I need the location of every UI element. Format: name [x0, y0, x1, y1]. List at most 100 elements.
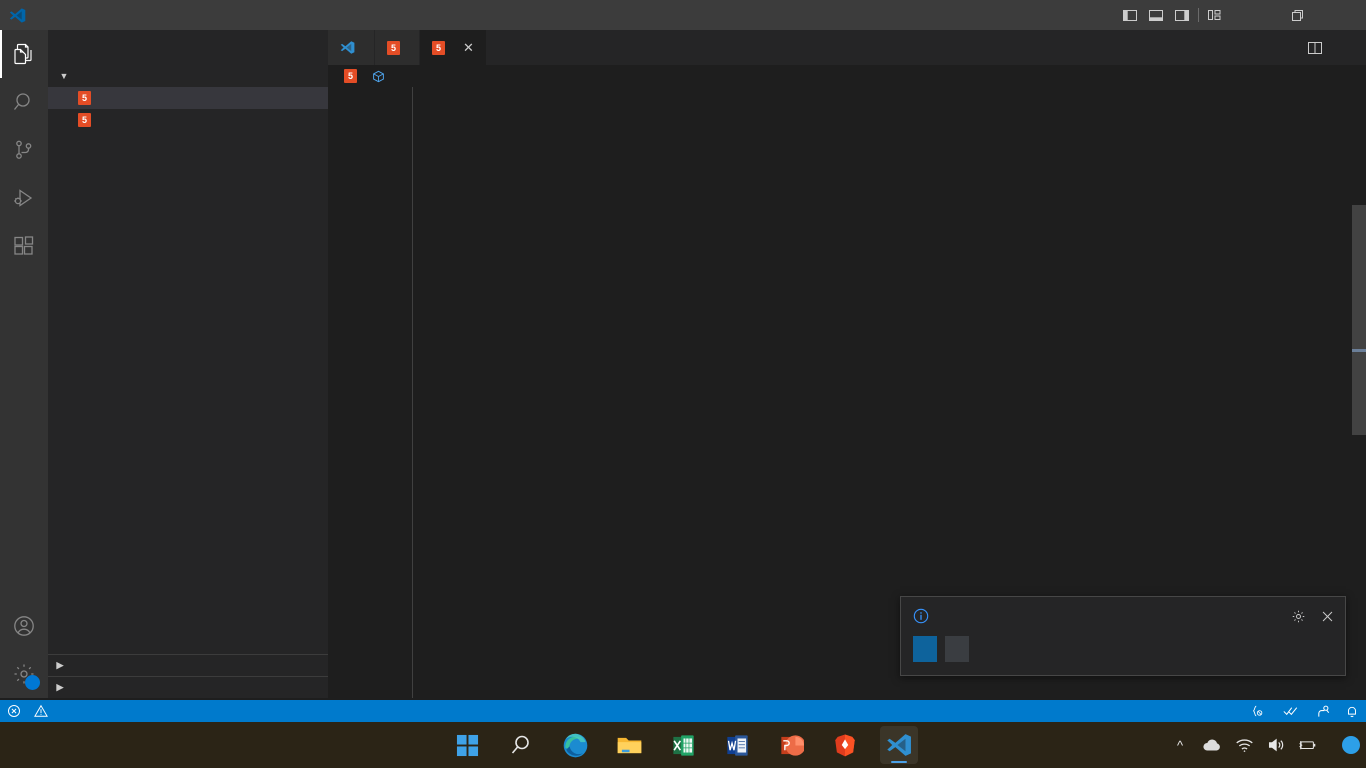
html5-icon: 5	[78, 113, 91, 127]
activity-search[interactable]	[0, 78, 48, 126]
taskbar-active-indicator	[891, 760, 907, 763]
tab-close-icon[interactable]: ✕	[463, 40, 474, 56]
windows-taskbar: ^	[0, 722, 1366, 768]
menu-edit[interactable]	[50, 0, 66, 30]
editor-vertical-scrollbar[interactable]	[1352, 87, 1366, 698]
indent-guide	[412, 87, 413, 698]
taskbar-powerpoint-icon[interactable]	[772, 726, 810, 764]
notification-actions	[901, 632, 1345, 675]
toggle-panel-icon[interactable]	[1143, 0, 1169, 30]
taskbar-word-icon[interactable]	[718, 726, 756, 764]
notification-primary-button[interactable]	[913, 636, 937, 662]
menu-help[interactable]	[146, 0, 162, 30]
status-prettier[interactable]	[1276, 700, 1309, 722]
status-problems[interactable]	[0, 700, 59, 722]
vscode-icon	[340, 40, 355, 55]
notification-secondary-button[interactable]	[945, 636, 969, 662]
vscode-logo-icon	[0, 0, 34, 30]
system-tray: ^	[1170, 722, 1360, 768]
taskbar-excel-icon[interactable]	[664, 726, 702, 764]
notification-count-badge[interactable]	[1342, 736, 1360, 754]
title-bar	[0, 0, 1366, 30]
taskbar-vscode-icon[interactable]	[880, 726, 918, 764]
wifi-icon[interactable]	[1234, 735, 1254, 755]
cloud-icon[interactable]	[1202, 735, 1222, 755]
panel-outline[interactable]: ▶	[48, 654, 328, 676]
titlebar-divider	[1198, 8, 1199, 22]
menu-bar	[34, 0, 162, 30]
editor-more-actions[interactable]	[1330, 30, 1356, 65]
toggle-primary-sidebar-icon[interactable]	[1117, 0, 1143, 30]
volume-icon[interactable]	[1266, 735, 1286, 755]
menu-selection[interactable]	[66, 0, 82, 30]
file-tree: 5 5	[48, 87, 328, 654]
status-notifications-bell[interactable]	[1338, 700, 1366, 722]
file-item-programa[interactable]: 5	[48, 109, 328, 131]
status-language-mode[interactable]	[1244, 700, 1276, 722]
html5-icon: 5	[432, 40, 445, 55]
battery-charging-icon[interactable]	[1298, 735, 1318, 755]
activity-source-control[interactable]	[0, 126, 48, 174]
sidebar-header	[48, 30, 328, 65]
menu-view[interactable]	[82, 0, 98, 30]
activity-accounts[interactable]	[0, 602, 48, 650]
close-icon[interactable]	[1317, 606, 1337, 626]
activity-run-debug[interactable]	[0, 174, 48, 222]
explorer-sidebar: ▼ 5 5 ▶ ▶	[48, 30, 328, 698]
maximize-button[interactable]	[1274, 0, 1320, 30]
taskbar-items	[448, 726, 918, 764]
settings-badge	[25, 675, 40, 690]
warning-icon	[34, 704, 48, 718]
tab-programa-html[interactable]: 5	[375, 30, 420, 65]
notification-toast[interactable]	[900, 596, 1346, 676]
html-braces-icon	[1251, 704, 1265, 718]
scrollbar-thumb[interactable]	[1352, 205, 1366, 435]
taskbar-brave-icon[interactable]	[826, 726, 864, 764]
error-icon	[7, 704, 21, 718]
html5-icon: 5	[344, 69, 357, 83]
taskbar-edge-icon[interactable]	[556, 726, 594, 764]
html5-icon: 5	[387, 40, 400, 55]
close-button[interactable]	[1320, 0, 1366, 30]
editor-actions	[1302, 30, 1366, 65]
menu-run[interactable]	[114, 0, 130, 30]
menu-file[interactable]	[34, 0, 50, 30]
activity-extensions[interactable]	[0, 222, 48, 270]
taskbar-start-button[interactable]	[448, 726, 486, 764]
breadcrumb: 5	[328, 65, 1366, 87]
html5-icon: 5	[78, 91, 91, 105]
folder-root-row[interactable]: ▼	[48, 65, 328, 87]
activity-bar	[0, 30, 48, 698]
info-icon	[913, 608, 929, 624]
minimize-button[interactable]	[1228, 0, 1274, 30]
chevron-right-icon: ▶	[56, 660, 64, 670]
symbol-icon	[372, 70, 385, 83]
toggle-secondary-sidebar-icon[interactable]	[1169, 0, 1195, 30]
file-item-creeper[interactable]: 5	[48, 87, 328, 109]
tab-creeper-html[interactable]: 5 ✕	[420, 30, 487, 65]
customize-layout-icon[interactable]	[1202, 0, 1228, 30]
split-editor-icon[interactable]	[1302, 30, 1328, 65]
status-indentation[interactable]	[1202, 700, 1216, 722]
activity-explorer[interactable]	[0, 30, 48, 78]
taskbar-search-icon[interactable]	[502, 726, 540, 764]
status-remote[interactable]	[1309, 700, 1338, 722]
status-encoding[interactable]	[1216, 700, 1230, 722]
status-bar	[0, 700, 1366, 722]
menu-go[interactable]	[98, 0, 114, 30]
status-cursor-position[interactable]	[1188, 700, 1202, 722]
tab-get-started[interactable]	[328, 30, 375, 65]
gear-icon[interactable]	[1288, 606, 1308, 626]
status-eol[interactable]	[1230, 700, 1244, 722]
chevron-down-icon: ▼	[59, 71, 69, 81]
chevron-right-icon: ▶	[56, 682, 64, 692]
panel-timeline[interactable]: ▶	[48, 676, 328, 698]
menu-terminal[interactable]	[130, 0, 146, 30]
check-check-icon	[1283, 704, 1298, 718]
taskbar-file-explorer-icon[interactable]	[610, 726, 648, 764]
activity-manage-settings[interactable]	[0, 650, 48, 698]
notification-header	[901, 597, 1345, 632]
chevron-up-icon[interactable]: ^	[1170, 735, 1190, 755]
vscode-window: ▼ 5 5 ▶ ▶ 5 5 ✕ 5 ^	[0, 0, 1366, 768]
overview-ruler-marker	[1352, 349, 1366, 352]
